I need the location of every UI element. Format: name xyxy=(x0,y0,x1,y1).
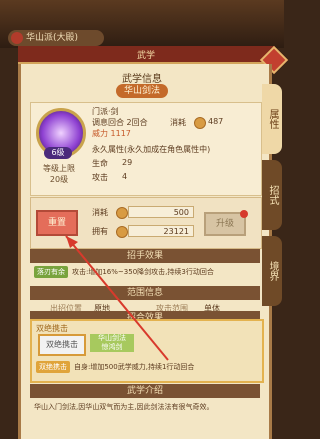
guide-arrow xyxy=(65,235,169,361)
